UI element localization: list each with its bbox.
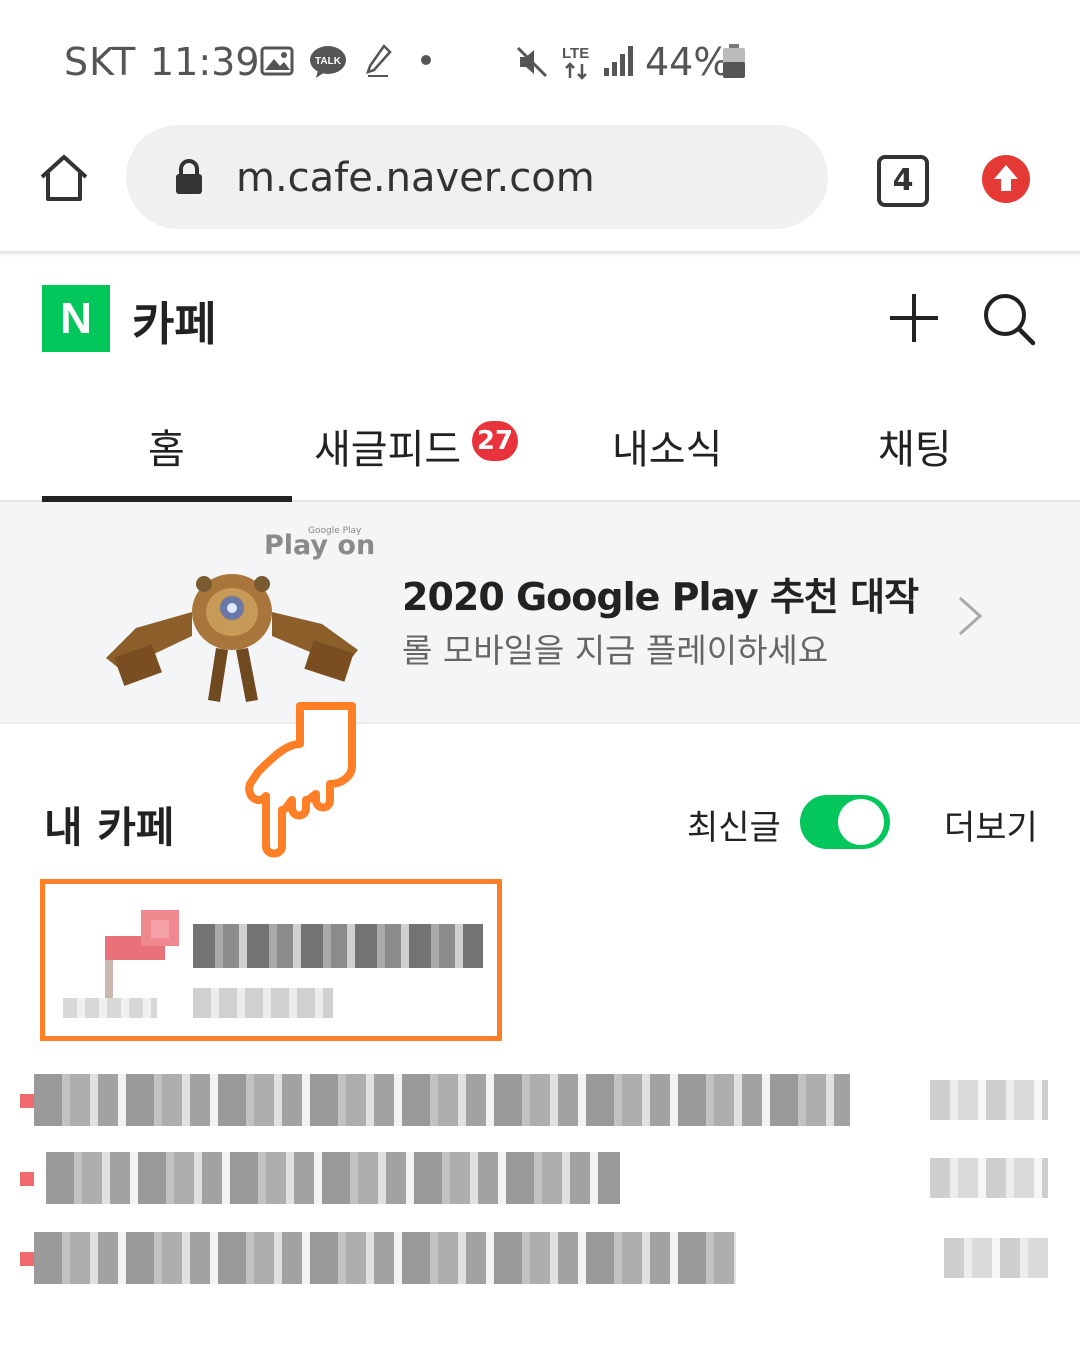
battery-percent: 44% xyxy=(645,40,730,84)
pin-icon xyxy=(105,910,179,998)
search-icon[interactable] xyxy=(982,292,1036,346)
toggle-knob xyxy=(838,799,884,845)
list-item[interactable] xyxy=(0,1226,1080,1290)
cafe-meta-blurred xyxy=(193,988,333,1018)
banner-divider xyxy=(0,722,1080,724)
tab-switcher-button[interactable]: 4 xyxy=(877,155,929,207)
banner-subtitle: 롤 모바일을 지금 플레이하세요 xyxy=(402,631,829,670)
kakaotalk-icon: TALK xyxy=(310,46,346,78)
signal-icon xyxy=(604,46,633,76)
tab-new-feed[interactable]: 새글피드 xyxy=(314,417,461,475)
more-link[interactable]: 더보기 xyxy=(944,800,1038,849)
post-meta-blurred xyxy=(930,1158,1048,1198)
update-button[interactable] xyxy=(982,155,1030,203)
gallery-icon xyxy=(260,46,294,76)
cafe-pin-shadow-blurred xyxy=(63,998,157,1018)
list-item[interactable] xyxy=(0,1068,1080,1132)
post-title-blurred xyxy=(34,1232,736,1284)
browser-toolbar: m.cafe.naver.com 4 xyxy=(0,125,1080,251)
google-play-mini-label: Google Play xyxy=(308,526,362,536)
arrow-up-icon xyxy=(994,165,1018,191)
svg-text:LTE: LTE xyxy=(562,45,589,62)
chevron-right-icon[interactable] xyxy=(956,594,984,638)
game-character-image xyxy=(106,574,358,702)
post-meta-blurred xyxy=(930,1080,1048,1120)
pointing-hand-icon xyxy=(245,702,356,858)
status-bar: SKT 11:39 TALK LTE 44% xyxy=(0,0,1080,125)
lock-icon xyxy=(176,159,202,194)
tab-home[interactable]: 홈 xyxy=(148,417,185,475)
naver-logo[interactable]: N xyxy=(42,285,110,352)
promo-banner[interactable]: Play on Google Play 2020 Google Play 추천 … xyxy=(0,502,1080,722)
url-text: m.cafe.naver.com xyxy=(236,155,595,201)
battery-icon xyxy=(723,44,745,78)
latest-posts-label: 최신글 xyxy=(687,808,781,848)
list-item[interactable] xyxy=(0,1146,1080,1210)
carrier-label: SKT xyxy=(64,40,137,84)
post-title-blurred xyxy=(34,1074,850,1126)
cafe-name-blurred xyxy=(193,924,483,968)
latest-posts-toggle[interactable] xyxy=(800,795,890,849)
new-feed-count-badge: 27 xyxy=(472,421,518,461)
banner-title: 2020 Google Play 추천 대작 xyxy=(402,575,919,619)
toolbar-divider xyxy=(0,251,1080,257)
home-icon[interactable] xyxy=(38,153,90,203)
post-meta-blurred xyxy=(944,1238,1048,1278)
svg-text:TALK: TALK xyxy=(315,56,342,67)
tab-chat[interactable]: 채팅 xyxy=(878,417,952,475)
page-title[interactable]: 카페 xyxy=(132,288,217,354)
post-bullet xyxy=(20,1172,34,1186)
create-cafe-button[interactable] xyxy=(888,292,940,344)
address-bar[interactable]: m.cafe.naver.com xyxy=(126,125,828,229)
pen-icon xyxy=(366,44,392,77)
my-cafe-heading: 내 카페 xyxy=(44,803,175,852)
lte-icon: LTE xyxy=(562,45,589,80)
notification-dot-icon xyxy=(421,55,431,65)
tab-my-news[interactable]: 내소식 xyxy=(612,417,722,475)
post-bullet xyxy=(20,1094,34,1108)
post-title-blurred xyxy=(46,1152,620,1204)
post-bullet xyxy=(20,1252,34,1266)
mute-icon xyxy=(516,46,548,78)
clock: 11:39 xyxy=(150,40,260,84)
my-cafe-item[interactable] xyxy=(40,879,502,1041)
